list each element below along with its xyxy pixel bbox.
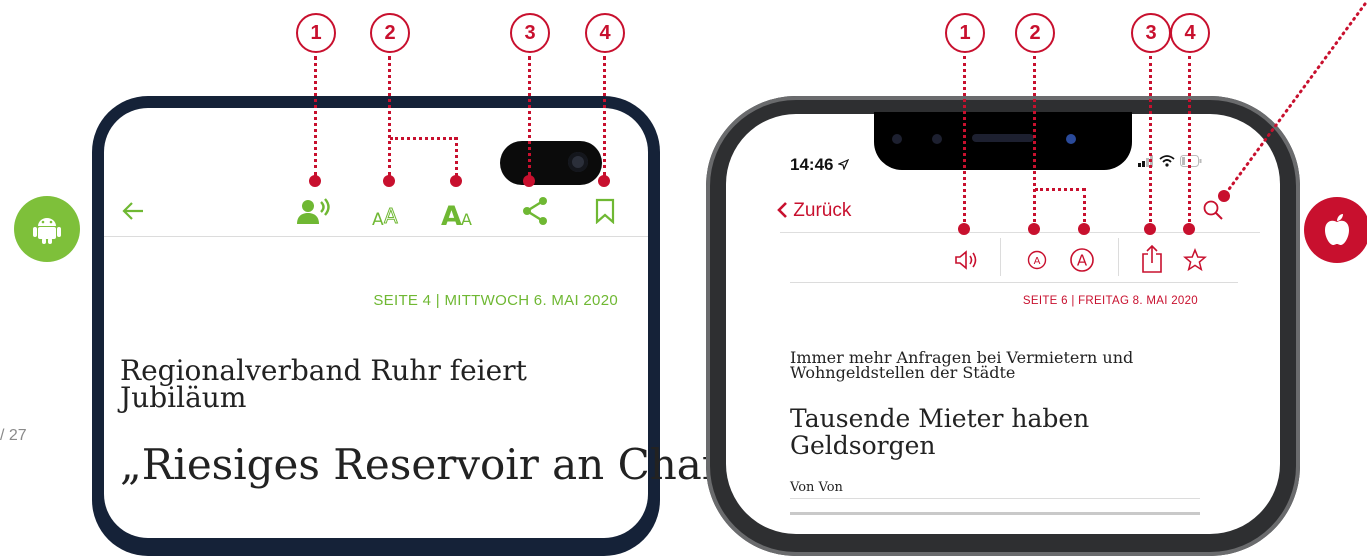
bookmark-icon[interactable] [592,196,618,226]
svg-text:A: A [461,210,472,227]
callout-leader [528,56,531,176]
callout-1: 1 [945,13,985,53]
text-larger-icon[interactable]: A A [440,195,482,229]
back-arrow-icon[interactable] [118,196,148,226]
speaker-icon[interactable] [952,248,982,272]
callout-marker [1183,223,1195,235]
callout-leader [455,137,458,176]
status-time: 14:46 [790,155,850,175]
callout-marker [1144,223,1156,235]
share-icon[interactable] [518,194,552,228]
callout-2: 2 [370,13,410,53]
callout-leader [388,56,391,176]
back-label: Zurück [793,200,852,221]
callout-leader [1083,188,1086,228]
article-body-text [790,512,1200,515]
callout-leader [390,137,457,140]
apple-icon [1325,214,1349,245]
battery-icon [1180,155,1202,167]
page-number: / 27 [0,427,27,444]
callout-marker [958,223,970,235]
status-icons [1138,154,1202,171]
callout-marker [1078,223,1090,235]
callout-3: 3 [1131,13,1171,53]
callout-leader [1035,188,1085,191]
callout-leader [1188,56,1191,228]
callout-3: 3 [510,13,550,53]
callout-leader [963,56,966,228]
callout-marker [1028,223,1040,235]
dateline: SEITE 4 | MITTWOCH 6. MAI 2020 [373,292,618,309]
toolbar-divider [790,282,1238,283]
callout-leader-diagonal [1218,2,1367,202]
dateline: SEITE 6 | FREITAG 8. MAI 2020 [1022,295,1198,307]
wifi-icon [1159,155,1175,167]
camera-lens [568,152,588,172]
iphone-screen [726,114,1280,534]
svg-text:A: A [1077,252,1088,270]
article-kicker[interactable]: Regionalverband Ruhr feiert Jubiläum [120,357,620,412]
callout-marker [450,175,462,187]
callout-4: 4 [585,13,625,53]
svg-text:A: A [372,210,384,227]
callout-leader [1149,56,1152,228]
byline-divider [790,498,1200,499]
callout-marker [598,175,610,187]
article-headline[interactable]: Tausende Mieter haben Geldsorgen [790,405,1220,459]
text-smaller-icon[interactable]: A A [371,199,407,229]
article-headline[interactable]: „Riesiges Reservoir an Chancen“ [120,440,826,490]
article-kicker[interactable]: Immer mehr Anfragen bei Vermietern und W… [790,350,1220,381]
callout-1: 1 [296,13,336,53]
article-byline: Von Von [790,480,843,495]
callout-leader [314,56,317,176]
svg-text:A: A [1034,256,1041,267]
toolbar-divider [104,236,648,237]
android-icon [33,218,61,244]
svg-text:A: A [441,201,462,227]
callout-marker [383,175,395,187]
callout-marker [309,175,321,187]
callout-2: 2 [1015,13,1055,53]
back-button[interactable]: Zurück [776,200,851,222]
share-icon[interactable] [1139,243,1165,275]
toolbar-separator [1118,238,1119,276]
chevron-left-icon [777,202,787,218]
read-aloud-icon[interactable] [292,194,336,228]
callout-leader [1033,56,1036,228]
svg-text:A: A [384,204,398,227]
toolbar-separator [1000,238,1001,276]
callout-marker [523,175,535,187]
text-smaller-icon[interactable]: A [1026,249,1048,271]
iphone-notch [874,112,1132,170]
android-badge [14,196,80,262]
callout-4: 4 [1170,13,1210,53]
location-icon [837,158,850,171]
text-larger-icon[interactable]: A [1068,246,1096,274]
callout-marker [1218,190,1230,202]
callout-leader [603,56,606,176]
star-icon[interactable] [1182,247,1208,273]
